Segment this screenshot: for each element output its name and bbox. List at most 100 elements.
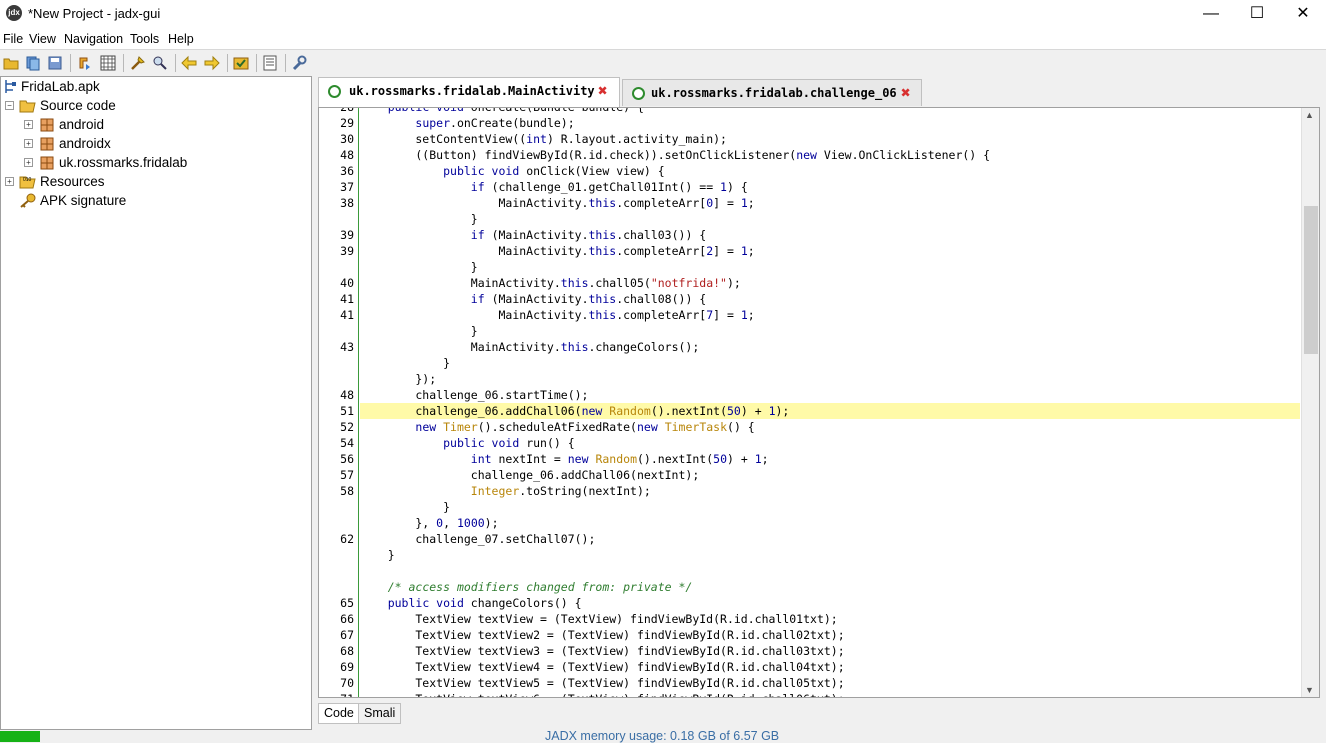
menu-file[interactable]: File xyxy=(3,32,23,46)
save-all-icon[interactable] xyxy=(47,55,63,71)
menu-help[interactable]: Help xyxy=(168,32,194,46)
add-files-icon[interactable] xyxy=(25,55,41,71)
code-line[interactable]: setContentView((int) R.layout.activity_m… xyxy=(360,131,1300,147)
code-line[interactable]: new Timer().scheduleAtFixedRate(new Time… xyxy=(360,419,1300,435)
menu-tools[interactable]: Tools xyxy=(130,32,159,46)
expand-icon[interactable]: + xyxy=(5,177,14,186)
scroll-up-icon[interactable]: ▲ xyxy=(1305,110,1314,120)
code-line[interactable]: MainActivity.this.completeArr[2] = 1; xyxy=(360,243,1300,259)
code-line[interactable]: public void run() { xyxy=(360,435,1300,451)
code-line[interactable]: if (MainActivity.this.chall03()) { xyxy=(360,227,1300,243)
close-button[interactable]: ✕ xyxy=(1280,0,1326,28)
minimize-button[interactable]: — xyxy=(1188,0,1234,28)
collapse-icon[interactable]: − xyxy=(5,101,14,110)
line-number: 48 xyxy=(340,388,354,402)
window-title: *New Project - jadx-gui xyxy=(28,6,161,21)
line-number-gutter: 28 29 30 48 36 37 38 39 39 40 41 41 43 48 51 52 54 56 57 58… xyxy=(319,108,359,697)
code-line[interactable]: if (challenge_01.getChall01Int() == 1) { xyxy=(360,179,1300,195)
code-line[interactable]: Integer.toString(nextInt); xyxy=(360,483,1300,499)
vertical-scrollbar[interactable]: ▲ ▼ xyxy=(1301,108,1319,697)
code-line[interactable]: } xyxy=(360,355,1300,371)
line-number: 28 xyxy=(340,107,354,114)
close-tab-icon[interactable]: ✖ xyxy=(598,78,608,104)
code-line[interactable]: public void onClick(View view) { xyxy=(360,163,1300,179)
deobfuscation-icon[interactable] xyxy=(233,55,249,71)
line-number: 40 xyxy=(340,276,354,290)
code-line[interactable]: TextView textView4 = (TextView) findView… xyxy=(360,659,1300,675)
code-line[interactable]: MainActivity.this.changeColors(); xyxy=(360,339,1300,355)
code-line[interactable]: challenge_07.setChall07(); xyxy=(360,531,1300,547)
line-number: 54 xyxy=(340,436,354,450)
menu-view[interactable]: View xyxy=(29,32,56,46)
class-icon xyxy=(632,87,645,100)
code-line[interactable]: public void onCreate(Bundle bundle) { xyxy=(360,108,1300,115)
code-line[interactable] xyxy=(360,563,1300,579)
code-line[interactable]: } xyxy=(360,211,1300,227)
line-number: 43 xyxy=(340,340,354,354)
code-line[interactable]: }); xyxy=(360,371,1300,387)
class-icon xyxy=(328,85,341,98)
code-line[interactable]: } xyxy=(360,547,1300,563)
code-line[interactable]: public void changeColors() { xyxy=(360,595,1300,611)
status-bar: JADX memory usage: 0.18 GB of 6.57 GB xyxy=(0,729,1326,743)
code-line[interactable]: TextView textView = (TextView) findViewB… xyxy=(360,611,1300,627)
flatten-packages-icon[interactable] xyxy=(100,55,116,71)
expand-icon[interactable]: + xyxy=(24,139,33,148)
expand-icon[interactable]: + xyxy=(24,120,33,129)
close-tab-icon[interactable]: ✖ xyxy=(901,80,911,106)
code-line[interactable]: TextView textView3 = (TextView) findView… xyxy=(360,643,1300,659)
toolbar xyxy=(0,49,1326,76)
code-line[interactable]: } xyxy=(360,323,1300,339)
menu-navigation[interactable]: Navigation xyxy=(64,32,123,46)
scroll-down-icon[interactable]: ▼ xyxy=(1305,685,1314,695)
maximize-button[interactable]: ☐ xyxy=(1234,0,1280,28)
tree-label-apk-signature: APK signature xyxy=(40,193,127,208)
code-panel[interactable]: 28 29 30 48 36 37 38 39 39 40 41 41 43 48 51 52 54 56 57 58… xyxy=(318,107,1320,698)
open-folder-icon[interactable] xyxy=(3,55,19,71)
line-number: 66 xyxy=(340,612,354,626)
text-search-icon[interactable] xyxy=(130,55,146,71)
class-search-icon[interactable] xyxy=(152,55,168,71)
line-number: 52 xyxy=(340,420,354,434)
code-line[interactable]: challenge_06.addChall06(new Random().nex… xyxy=(360,403,1300,419)
tree-label-resources: Resources xyxy=(40,174,105,189)
tree-label-package: uk.rossmarks.fridalab xyxy=(59,155,188,170)
code-line[interactable]: MainActivity.this.completeArr[0] = 1; xyxy=(360,195,1300,211)
tab-challenge-06[interactable]: uk.rossmarks.fridalab.challenge_06 ✖ xyxy=(622,79,922,106)
code-line[interactable]: super.onCreate(bundle); xyxy=(360,115,1300,131)
tree-label-package: androidx xyxy=(59,136,111,151)
code-line[interactable]: challenge_06.startTime(); xyxy=(360,387,1300,403)
code-line[interactable]: }, 0, 1000); xyxy=(360,515,1300,531)
code-line[interactable]: MainActivity.this.completeArr[7] = 1; xyxy=(360,307,1300,323)
line-number: 69 xyxy=(340,660,354,674)
code-line[interactable]: if (MainActivity.this.chall08()) { xyxy=(360,291,1300,307)
expand-icon[interactable]: + xyxy=(24,158,33,167)
tab-main-activity[interactable]: uk.rossmarks.fridalab.MainActivity ✖ xyxy=(318,77,620,107)
code-line[interactable]: } xyxy=(360,499,1300,515)
code-line[interactable]: TextView textView5 = (TextView) findView… xyxy=(360,675,1300,691)
line-number: 37 xyxy=(340,180,354,194)
scrollbar-thumb[interactable] xyxy=(1304,206,1318,354)
log-viewer-icon[interactable] xyxy=(262,55,278,71)
preferences-wrench-icon[interactable] xyxy=(291,55,307,71)
svg-text:010: 010 xyxy=(23,177,32,183)
code-line[interactable]: TextView textView6 = (TextView) findView… xyxy=(360,691,1300,697)
code-line[interactable]: int nextInt = new Random().nextInt(50) +… xyxy=(360,451,1300,467)
code-line[interactable]: MainActivity.this.chall05("notfrida!"); xyxy=(360,275,1300,291)
line-number: 39 xyxy=(340,244,354,258)
tab-code[interactable]: Code xyxy=(318,703,360,724)
forward-arrow-icon[interactable] xyxy=(204,55,220,71)
memory-usage-text: JADX memory usage: 0.18 GB of 6.57 GB xyxy=(545,729,780,743)
code-line[interactable]: ((Button) findViewById(R.id.check)).setO… xyxy=(360,147,1300,163)
code-line[interactable]: } xyxy=(360,259,1300,275)
tab-smali[interactable]: Smali xyxy=(358,703,402,724)
back-arrow-icon[interactable] xyxy=(181,55,197,71)
sync-tree-icon[interactable] xyxy=(77,55,93,71)
package-icon xyxy=(40,137,54,151)
code-line[interactable]: TextView textView2 = (TextView) findView… xyxy=(360,627,1300,643)
line-number: 58 xyxy=(340,484,354,498)
line-number: 41 xyxy=(340,292,354,306)
code-line[interactable]: challenge_06.addChall06(nextInt); xyxy=(360,467,1300,483)
code-view[interactable]: public void onCreate(Bundle bundle) { su… xyxy=(360,108,1300,697)
code-line[interactable]: /* access modifiers changed from: privat… xyxy=(360,579,1300,595)
